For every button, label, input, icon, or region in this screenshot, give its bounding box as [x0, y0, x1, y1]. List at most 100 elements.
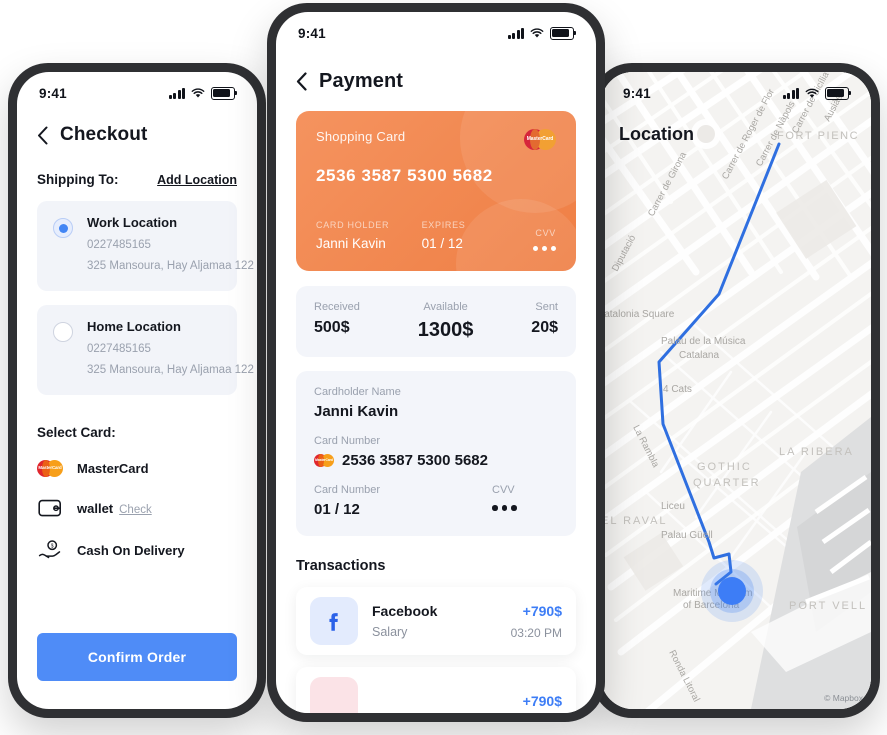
transaction-meta: +790$ 03:20 PM — [511, 603, 562, 640]
confirm-order-button[interactable]: Confirm Order — [37, 633, 237, 681]
address-line: 325 Mansoura, Hay Aljamaa 122 Bakerst — [87, 260, 257, 272]
chevron-left-icon[interactable] — [37, 126, 48, 145]
svg-text:EL RAVAL: EL RAVAL — [601, 515, 668, 527]
cardholder-name-label: Cardholder Name — [314, 386, 401, 398]
stat-value: 500$ — [314, 319, 350, 336]
svg-text:$: $ — [51, 543, 54, 549]
expiry-cvv-row: Card Number 01 / 12 CVV — [314, 484, 558, 518]
wallet-check-link[interactable]: Check — [119, 504, 152, 516]
stat-label: Received — [314, 301, 360, 313]
transactions-title: Transactions — [296, 558, 386, 574]
card-number-value: 2536 3587 5300 5682 — [342, 452, 488, 469]
expiry-label: Card Number — [314, 484, 381, 496]
svg-text:FORT PIENC: FORT PIENC — [777, 130, 859, 142]
mastercard-icon: MasterCard — [37, 460, 63, 477]
shipping-header: Shipping To: Add Location — [37, 172, 237, 187]
card-details-panel: Cardholder Name Janni Kavin Card Number … — [296, 371, 576, 536]
payment-method-wallet[interactable]: wallet Check — [37, 497, 237, 519]
card-footer: CARD HOLDER Janni Kavin EXPIRES 01 / 12 … — [316, 220, 556, 251]
transaction-row-facebook[interactable]: Facebook Salary +790$ 03:20 PM — [296, 587, 576, 655]
card-holder-value: Janni Kavin — [316, 236, 386, 251]
payment-method-mastercard[interactable]: MasterCard MasterCard — [37, 460, 237, 477]
payment-method-label: Cash On Delivery — [77, 542, 185, 558]
wallet-icon — [37, 497, 63, 519]
stat-received: Received 500$ — [314, 301, 360, 337]
svg-text:Palau Güell: Palau Güell — [661, 530, 713, 541]
cvv-label: CVV — [492, 484, 515, 496]
checkout-nav: Checkout — [17, 114, 257, 146]
expiry-value: 01 / 12 — [314, 501, 360, 518]
card-number: 2536 3587 5300 5682 — [316, 166, 493, 185]
battery-icon — [211, 86, 238, 100]
map-attribution: © Mapbox — [824, 693, 863, 703]
transaction-name: Facebook — [372, 603, 438, 619]
cvv-value — [492, 505, 558, 511]
battery-icon — [825, 86, 852, 100]
status-icons — [783, 86, 852, 100]
mastercard-icon: MasterCard — [524, 129, 556, 150]
map-canvas[interactable]: FORT PIENC Carrer de Roger de Flor Carre… — [601, 72, 871, 709]
radio-home-location[interactable] — [53, 322, 73, 342]
expiry-block: Card Number 01 / 12 — [314, 484, 380, 518]
add-location-link[interactable]: Add Location — [157, 173, 237, 187]
phone-checkout: 9:41 Checkout Shipping To: Add Location — [8, 63, 266, 718]
page-title: Payment — [319, 70, 404, 92]
svg-text:Liceu: Liceu — [661, 501, 685, 512]
transaction-amount: +790$ — [522, 602, 562, 619]
payment-method-cod[interactable]: $ Cash On Delivery — [37, 539, 237, 561]
transaction-row-partial[interactable]: +790$ — [296, 667, 576, 713]
location-screen: FORT PIENC Carrer de Roger de Flor Carre… — [601, 72, 871, 709]
checkout-screen: 9:41 Checkout Shipping To: Add Location — [17, 72, 257, 709]
card-number-row: MasterCard 2536 3587 5300 5682 — [314, 452, 558, 469]
payment-body: MasterCard Shopping Card 2536 3587 5300 … — [276, 111, 596, 713]
status-bar: 9:41 — [601, 72, 871, 114]
transaction-category: Salary — [372, 625, 408, 639]
transaction-time: 03:20 PM — [510, 625, 562, 640]
stat-value: 20$ — [531, 319, 558, 336]
status-time: 9:41 — [623, 85, 651, 101]
status-time: 9:41 — [39, 85, 67, 101]
svg-text:Catalonia Square: Catalonia Square — [601, 309, 675, 320]
payment-nav: Payment — [276, 54, 596, 93]
svg-text:4 Cats: 4 Cats — [663, 384, 692, 395]
svg-text:Palau de la Música: Palau de la Música — [661, 336, 746, 347]
status-time: 9:41 — [298, 25, 326, 41]
address-option-home[interactable]: Home Location 0227485165 325 Mansoura, H… — [37, 305, 257, 395]
cellular-bars-icon — [508, 27, 524, 39]
transaction-meta: +790$ — [523, 693, 562, 709]
wallet-row-text: wallet Check — [77, 501, 152, 516]
screenshot-stage: 9:41 Checkout Shipping To: Add Location — [0, 0, 887, 735]
address-text-block: Work Location 0227485165 325 Mansoura, H… — [87, 215, 257, 272]
transaction-text: Facebook Salary — [372, 603, 497, 639]
card-holder-label: CARD HOLDER — [316, 220, 390, 230]
wifi-icon — [530, 27, 544, 39]
payment-method-label: MasterCard — [77, 461, 149, 476]
svg-text:QUARTER: QUARTER — [693, 477, 761, 489]
transaction-icon — [310, 677, 358, 713]
checkout-body: Shipping To: Add Location Work Location … — [17, 172, 257, 561]
address-option-work[interactable]: Work Location 0227485165 325 Mansoura, H… — [37, 201, 257, 291]
status-icons — [508, 26, 577, 40]
cash-on-hand-icon: $ — [37, 539, 63, 561]
stat-available: Available 1300$ — [418, 301, 474, 342]
payment-screen: 9:41 Payment MasterCard Shopping Card 25… — [276, 12, 596, 713]
select-card-label: Select Card: — [37, 425, 116, 440]
page-title: Checkout — [60, 124, 148, 145]
card-decoration-circle — [460, 111, 576, 213]
radio-work-location[interactable] — [53, 218, 73, 238]
address-text-block: Home Location 0227485165 325 Mansoura, H… — [87, 319, 257, 376]
facebook-icon — [310, 597, 358, 645]
phone-payment: 9:41 Payment MasterCard Shopping Card 25… — [267, 3, 605, 722]
stat-sent: Sent 20$ — [531, 301, 558, 337]
battery-icon — [550, 26, 577, 40]
chevron-left-icon[interactable] — [296, 72, 307, 91]
wifi-icon — [805, 88, 819, 99]
credit-card[interactable]: MasterCard Shopping Card 2536 3587 5300 … — [296, 111, 576, 271]
cellular-bars-icon — [783, 87, 799, 99]
svg-text:GOTHIC: GOTHIC — [697, 461, 752, 473]
wifi-icon — [191, 87, 205, 99]
status-bar: 9:41 — [276, 12, 596, 54]
address-name: Work Location — [87, 215, 178, 230]
balance-stats: Received 500$ Available 1300$ Sent 20$ — [296, 286, 576, 357]
svg-text:LA RIBERA: LA RIBERA — [779, 446, 854, 458]
